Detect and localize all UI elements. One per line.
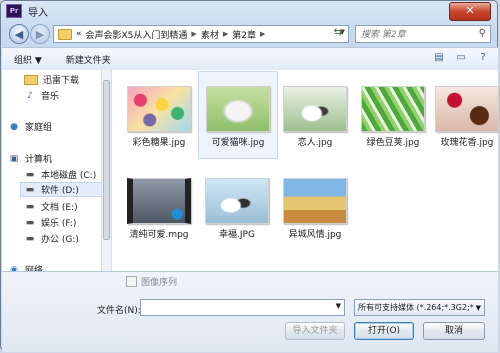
download-folder-icon — [24, 74, 38, 85]
search-icon[interactable]: ⚲ — [479, 28, 486, 39]
sidebar-item-network[interactable]: ◉ 网络 — [8, 263, 43, 272]
breadcrumb-item[interactable]: 会声会影X5从入门到精通 — [86, 28, 188, 41]
help-icon[interactable]: ? — [476, 51, 490, 65]
breadcrumb-item[interactable]: 第2章 — [232, 28, 256, 41]
dialog-title: 导入 — [28, 7, 48, 19]
file-item[interactable]: 绿色豆荚.jpg — [354, 82, 432, 148]
file-name: 玫瑰花香.jpg — [440, 138, 494, 148]
pea-pods-thumbnail — [361, 86, 425, 132]
file-item[interactable]: 幸福.JPG — [198, 174, 276, 240]
toolbar: 组织 ▼ 新建文件夹 ▤ ▭ ? — [2, 47, 498, 71]
organize-menu[interactable]: 组织 ▼ — [14, 53, 42, 66]
sidebar-item-drive-f[interactable]: ▬ 娱乐 (F:) — [24, 216, 77, 230]
cat-thumbnail — [206, 86, 270, 132]
drive-icon: ▬ — [25, 201, 35, 212]
file-type-select[interactable]: 所有可支持媒体 (*.264;*.3G2;* ▼ — [354, 299, 485, 316]
breadcrumb-arrow-icon[interactable]: ▶ — [191, 30, 196, 38]
filename-field[interactable]: ▼ — [140, 299, 345, 316]
forward-button[interactable]: ▶ — [30, 24, 50, 44]
checkbox-box[interactable] — [126, 276, 137, 287]
drive-icon: ▬ — [25, 233, 35, 244]
file-type-value: 所有可支持媒体 (*.264;*.3G2;* — [358, 303, 474, 312]
breadcrumb-item[interactable]: 素材 — [201, 28, 219, 41]
navigation-bar: ◀ ▶ « 会声会影X5从入门到精通 ▶ 素材 ▶ 第2章 ▶ ▼ ⇆ ⚲ — [1, 21, 497, 47]
file-item[interactable]: 彩色糖果.jpg — [120, 82, 198, 148]
premiere-app-icon: Pr — [6, 4, 22, 18]
sidebar-item-music[interactable]: ♪ 音乐 — [24, 89, 59, 103]
sidebar-item-drive-e[interactable]: ▬ 文档 (E:) — [24, 200, 78, 214]
breadcrumb-arrow-icon[interactable]: ▶ — [260, 30, 265, 38]
import-folder-button[interactable]: 导入文件夹 — [285, 322, 345, 340]
sidebar-scrollbar[interactable] — [101, 70, 111, 271]
sidebar-item-drive-c[interactable]: ▬ 本地磁盘 (C:) — [24, 168, 96, 182]
file-name: 清纯可爱.mpg — [129, 230, 189, 240]
breadcrumb-arrow-icon[interactable]: ▶ — [223, 30, 228, 38]
filename-label: 文件名(N): — [97, 306, 141, 316]
computer-icon: ▣ — [9, 153, 19, 164]
file-list: 彩色糖果.jpg 可爱猫咪.jpg 恋人.jpg 绿色豆荚.jpg 玫瑰花香.j… — [112, 70, 500, 271]
file-item-selected[interactable]: 可爱猫咪.jpg — [198, 71, 278, 159]
file-item[interactable]: 清纯可爱.mpg — [120, 174, 198, 240]
chevron-down-icon[interactable]: ▼ — [336, 302, 341, 310]
search-box[interactable]: ⚲ — [355, 25, 491, 43]
folder-icon — [58, 28, 72, 40]
file-item[interactable]: 异城风情.jpg — [276, 174, 354, 240]
scrollbar-thumb[interactable] — [103, 80, 110, 240]
drive-icon: ▬ — [25, 184, 35, 195]
preview-pane-icon[interactable]: ▭ — [454, 51, 468, 65]
roses-chocolate-thumbnail — [435, 86, 499, 132]
address-bar[interactable]: « 会声会影X5从入门到精通 ▶ 素材 ▶ 第2章 ▶ ▼ — [53, 25, 349, 43]
couple-thumbnail — [283, 86, 347, 132]
candy-thumbnail — [127, 86, 191, 132]
drive-icon: ▬ — [25, 217, 35, 228]
file-item[interactable]: 玫瑰花香.jpg — [428, 82, 500, 148]
file-name: 恋人.jpg — [297, 138, 333, 148]
wedding-thumbnail — [205, 178, 269, 224]
image-sequence-checkbox[interactable]: 图像序列 — [126, 275, 177, 288]
exotic-scenery-thumbnail — [283, 178, 347, 224]
sidebar-item-computer[interactable]: ▣ 计算机 — [8, 152, 52, 166]
title-bar: Pr 导入 ✕ — [1, 1, 497, 21]
chevron-down-icon[interactable]: ▼ — [476, 301, 481, 315]
new-folder-button[interactable]: 新建文件夹 — [66, 53, 111, 66]
file-name: 幸福.JPG — [219, 230, 255, 240]
homegroup-icon: ● — [10, 121, 18, 132]
breadcrumb-overflow[interactable]: « — [76, 29, 82, 39]
search-input[interactable] — [359, 27, 473, 43]
view-options-icon[interactable]: ▤ — [432, 51, 446, 65]
file-name: 绿色豆荚.jpg — [366, 138, 420, 148]
sidebar-item-homegroup[interactable]: ● 家庭组 — [8, 120, 52, 134]
music-icon: ♪ — [27, 90, 33, 101]
file-name: 彩色糖果.jpg — [132, 138, 186, 148]
open-button[interactable]: 打开(O) — [354, 322, 414, 340]
drive-icon: ▬ — [25, 169, 35, 180]
sidebar-item-drive-g[interactable]: ▬ 办公 (G:) — [24, 232, 79, 246]
file-name: 异城风情.jpg — [288, 230, 342, 240]
sidebar-item-xunlei[interactable]: 迅雷下载 — [24, 73, 79, 86]
close-button[interactable]: ✕ — [449, 2, 491, 21]
import-dialog: Pr 导入 ✕ ◀ ▶ « 会声会影X5从入门到精通 ▶ 素材 ▶ 第2章 ▶ … — [0, 0, 500, 352]
cancel-button[interactable]: 取消 — [423, 322, 485, 340]
file-item[interactable]: 恋人.jpg — [276, 82, 354, 148]
image-sequence-label: 图像序列 — [141, 278, 178, 288]
sidebar-item-drive-d[interactable]: ▬ 软件 (D:) — [20, 182, 111, 197]
refresh-button[interactable]: ⇆ — [331, 26, 345, 40]
back-button[interactable]: ◀ — [9, 24, 29, 44]
footer-panel: 图像序列 文件名(N): ▼ 所有可支持媒体 (*.264;*.3G2;* ▼ … — [2, 271, 498, 352]
navigation-pane: 迅雷下载 ♪ 音乐 ● 家庭组 ▣ 计算机 ▬ 本地磁盘 (C:) ▬ 软件 (… — [2, 70, 112, 271]
video-thumbnail — [127, 178, 191, 224]
file-name: 可爱猫咪.jpg — [211, 138, 265, 148]
